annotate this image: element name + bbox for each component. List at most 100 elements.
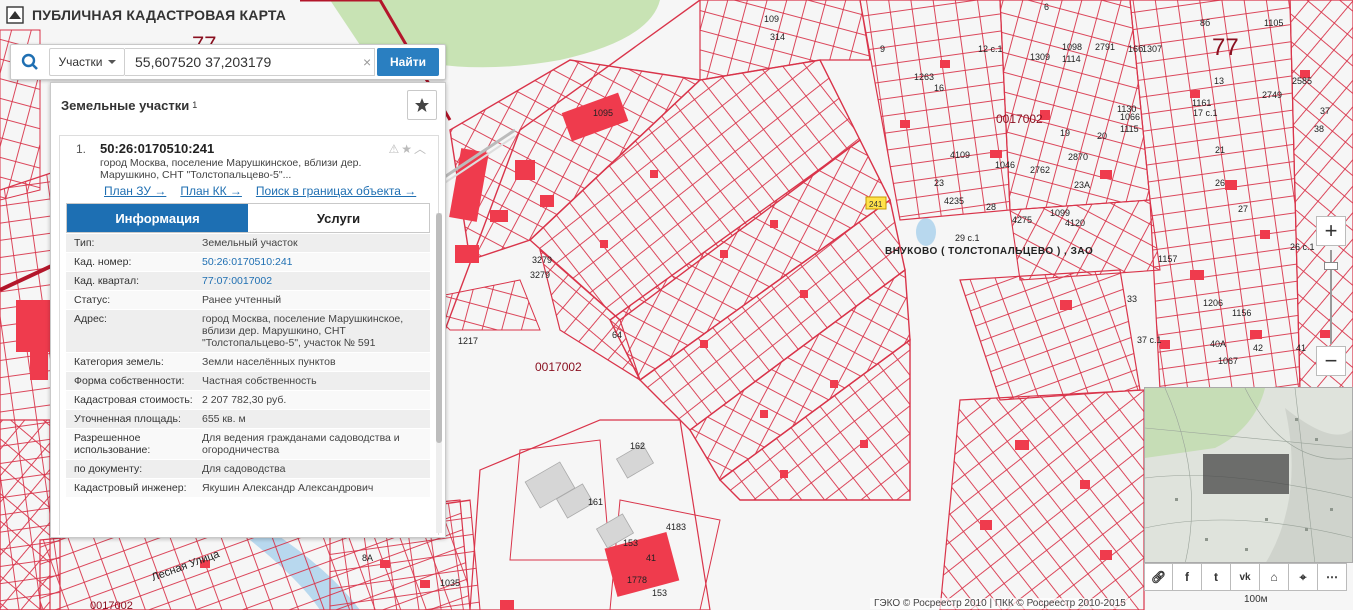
locate-button[interactable]: ⌖ bbox=[1289, 563, 1318, 591]
info-value: Земли населённых пунктов bbox=[202, 356, 336, 368]
map-label: 3279 bbox=[530, 270, 551, 280]
map-label: 161 bbox=[588, 497, 604, 507]
map-label: 1161 bbox=[1192, 98, 1212, 108]
search-input[interactable] bbox=[125, 48, 375, 76]
plan-zu-link[interactable]: План ЗУ → bbox=[104, 184, 166, 198]
cadastral-number[interactable]: 50:26:0170510:241 bbox=[100, 141, 214, 156]
map-label: 0017002 bbox=[535, 360, 582, 374]
tab-information[interactable]: Информация bbox=[67, 204, 248, 232]
home-button[interactable]: ⌂ bbox=[1260, 563, 1289, 591]
star-icon[interactable]: ★ bbox=[401, 142, 414, 156]
facebook-button[interactable]: f bbox=[1173, 563, 1202, 591]
map-label: 16б bbox=[1128, 44, 1144, 54]
info-table: Тип: Земельный участок Кад. номер: 50:26:01… bbox=[66, 234, 430, 498]
info-value: Частная собственность bbox=[202, 375, 317, 387]
info-key: Кадастровый инженер: bbox=[74, 482, 187, 494]
info-key: Категория земель: bbox=[74, 356, 164, 368]
info-key: Кад. номер: bbox=[74, 256, 132, 268]
map-label: 4120 bbox=[1065, 218, 1086, 228]
more-icon: ⋯ bbox=[1326, 570, 1338, 584]
chevron-up-icon[interactable]: ︿ bbox=[414, 142, 428, 156]
result-item[interactable]: 1. 50:26:0170510:241 город Москва, посел… bbox=[59, 135, 439, 535]
info-row: Кад. номер: 50:26:0170510:241 bbox=[66, 253, 430, 272]
twitter-button[interactable]: t bbox=[1202, 563, 1231, 591]
map-label: 4235 bbox=[944, 196, 965, 206]
map-label: ВНУКОВО ( ТОЛСТОПАЛЬЦЕВО ) , ЗАО bbox=[885, 246, 1094, 257]
info-value: 655 кв. м bbox=[202, 413, 246, 425]
crosshair-icon: ⌖ bbox=[1299, 569, 1307, 584]
map-label: 42 bbox=[1253, 343, 1264, 353]
info-row: Разрешенное использование: Для ведения гр… bbox=[66, 429, 430, 460]
map-label: 4109 bbox=[950, 150, 971, 160]
twitter-icon: t bbox=[1214, 570, 1218, 584]
map-viewer[interactable]: 241 7777001700200170020017002ВНУКОВО ( Т… bbox=[0, 0, 1353, 610]
map-label: 17 с.1 bbox=[1193, 108, 1218, 118]
overview-viewport[interactable] bbox=[1203, 454, 1289, 494]
map-label: 1263 bbox=[914, 72, 935, 82]
map-label: 1098 bbox=[1062, 42, 1083, 52]
map-label: 64 bbox=[612, 330, 623, 340]
map-label: 1206 bbox=[1203, 298, 1224, 308]
map-label: 1157 bbox=[1158, 254, 1178, 264]
zoom-in-button[interactable]: + bbox=[1316, 216, 1346, 246]
map-label: 37 с.1 bbox=[1137, 335, 1162, 345]
zoom-out-button[interactable]: − bbox=[1316, 346, 1346, 376]
map-label: 109 bbox=[764, 14, 780, 24]
map-label: 2762 bbox=[1030, 165, 1051, 175]
link-button[interactable]: 🔗︎ bbox=[1144, 563, 1173, 591]
info-value: Ранее учтенный bbox=[202, 294, 282, 306]
info-value[interactable]: 77:07:0017002 bbox=[198, 272, 430, 290]
info-value: город Москва, поселение Марушкинское, вб… bbox=[202, 313, 404, 349]
info-key: Статус: bbox=[74, 294, 111, 306]
map-label: 41 bbox=[1296, 343, 1307, 353]
info-row: Категория земель: Земли населённых пункто… bbox=[66, 353, 430, 372]
search-button[interactable]: Найти bbox=[377, 48, 439, 76]
result-links: План ЗУ → План КК → Поиск в границах объ… bbox=[104, 184, 416, 198]
map-label: 26 bbox=[1215, 178, 1226, 188]
result-tabs: Информация Услуги bbox=[66, 203, 430, 233]
scale-label: 100м bbox=[1244, 594, 1268, 605]
info-row: Кадастровый инженер: Якушин Александр Але… bbox=[66, 479, 430, 498]
map-label: 0017002 bbox=[90, 600, 133, 610]
result-tools[interactable]: ⚠★︿ bbox=[388, 140, 428, 157]
map-label: 162 bbox=[630, 441, 646, 451]
info-value[interactable]: 50:26:0170510:241 bbox=[198, 253, 430, 271]
map-label: 0017002 bbox=[996, 112, 1043, 126]
map-label: 23А bbox=[1074, 180, 1091, 190]
results-panel: Земельные участки 1 1. 50:26:0170510:241 … bbox=[50, 82, 446, 538]
map-label: 37 bbox=[1320, 106, 1331, 116]
map-label: 8А bbox=[362, 553, 374, 563]
zoom-slider-handle[interactable] bbox=[1324, 262, 1338, 270]
warning-icon[interactable]: ⚠ bbox=[388, 142, 401, 156]
map-label: 1066 bbox=[1120, 112, 1141, 122]
map-label: 29 с.1 bbox=[955, 233, 980, 243]
clear-search-icon[interactable]: × bbox=[363, 54, 371, 70]
map-label: 153 bbox=[652, 588, 668, 598]
search-icon[interactable] bbox=[11, 45, 49, 79]
search-in-bounds-link[interactable]: Поиск в границах объекта → bbox=[256, 184, 416, 198]
tab-services[interactable]: Услуги bbox=[248, 204, 429, 232]
map-label: 1307 bbox=[1142, 44, 1163, 54]
favorite-button[interactable] bbox=[407, 90, 437, 120]
map-label: 38 bbox=[1314, 124, 1325, 134]
star-icon bbox=[415, 98, 429, 112]
more-button[interactable]: ⋯ bbox=[1318, 563, 1347, 591]
map-label: 2791 bbox=[1095, 42, 1116, 52]
overview-map[interactable] bbox=[1144, 387, 1353, 563]
map-label: 9 bbox=[880, 44, 886, 54]
info-value: Для ведения гражданами садоводства и ого… bbox=[202, 432, 400, 456]
search-type-dropdown[interactable]: Участки bbox=[49, 48, 125, 76]
copyright: ГЭКО © Росреестр 2010 | ПКК © Росреестр … bbox=[870, 598, 1130, 609]
info-row: Форма собственности: Частная собственност… bbox=[66, 372, 430, 391]
minus-icon: − bbox=[1324, 348, 1338, 373]
info-value: 2 207 782,30 руб. bbox=[202, 394, 287, 406]
plan-kk-link[interactable]: План КК → bbox=[180, 184, 242, 198]
highlighted-parcel-label: 241 bbox=[869, 200, 883, 209]
map-label: 23 bbox=[934, 178, 945, 188]
scrollbar-thumb[interactable] bbox=[436, 213, 442, 443]
vk-button[interactable]: vk bbox=[1231, 563, 1260, 591]
map-label: 8б bbox=[1200, 18, 1211, 28]
map-label: 2585 bbox=[1292, 76, 1313, 86]
search-type-label: Участки bbox=[58, 55, 103, 69]
info-key: по документу: bbox=[74, 463, 143, 475]
